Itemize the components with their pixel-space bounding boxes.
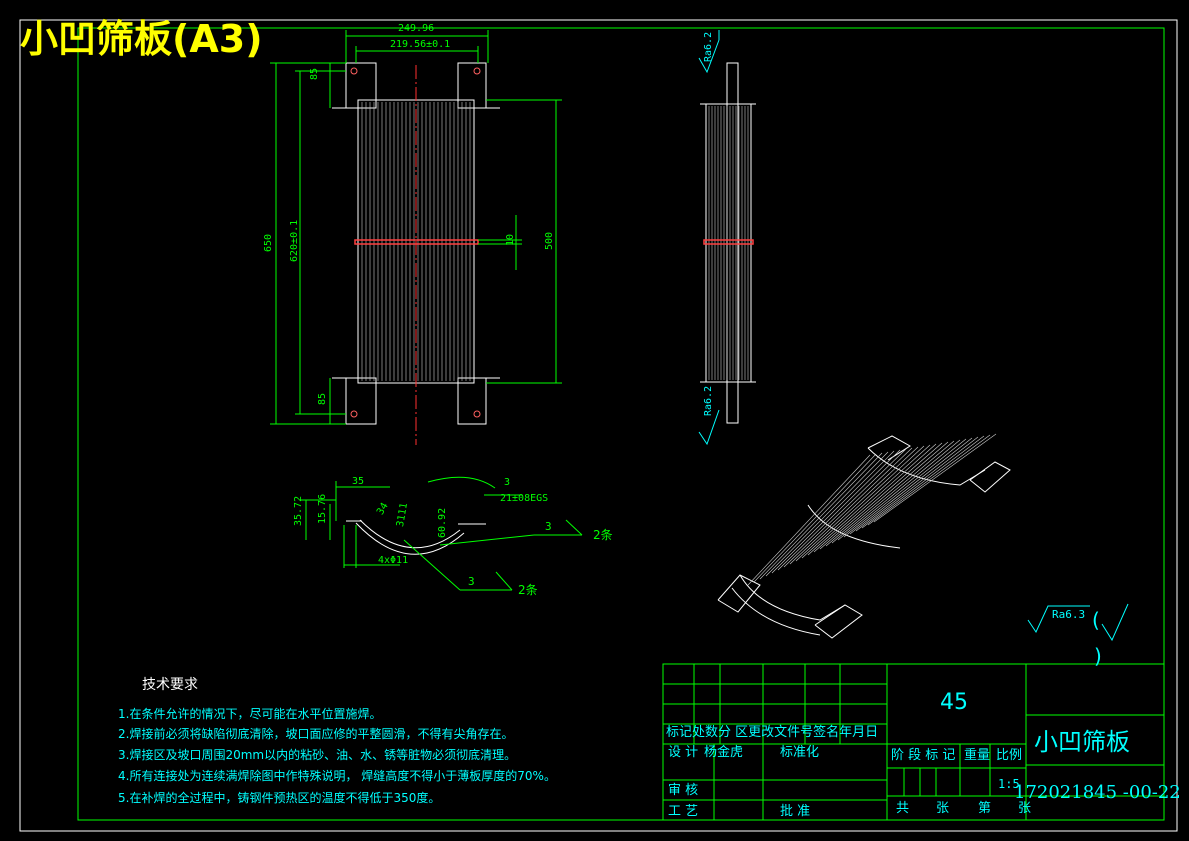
sec-dim-3572: 35.72: [293, 495, 304, 526]
tech-req-heading: 技术要求: [142, 677, 198, 693]
tb-design-label: 设 计: [668, 745, 699, 760]
tb-weight-label: 重量: [964, 748, 991, 763]
tb-page-label: 第: [978, 801, 992, 816]
dim-left-overall: 650: [263, 233, 274, 252]
slat-line: [783, 448, 907, 568]
sec-dim-3-top: 3: [504, 477, 511, 488]
finish-label: Ra6.3: [1052, 608, 1086, 621]
tb-total-label: 共: [896, 801, 910, 816]
hole-marker: [350, 67, 358, 75]
hole-marker: [350, 410, 358, 418]
tech-req-item: 2.焊接前必须将缺陷彻底清除，坡口面应修的平整圆滑，不得有尖角存在。: [118, 727, 514, 741]
slat-line: [747, 454, 871, 586]
sec-hole-label: 4xΦ11: [378, 555, 409, 566]
tb-process-label: 工 艺: [668, 804, 699, 819]
hole-marker: [473, 410, 481, 418]
tb-material: 45: [940, 690, 968, 715]
tech-req-item: 1.在条件允许的情况下，尽可能在水平位置施焊。: [118, 707, 382, 721]
dim-left-bottom-small: 85: [317, 392, 328, 405]
weld-count-a: 2条: [593, 528, 613, 542]
tech-req-item: 3.焊接区及坡口周围20mm以内的粘砂、油、水、锈等脏物必须彻底清理。: [118, 748, 517, 762]
dim-ra-side-top: Ra6.2: [703, 31, 714, 62]
inner-frame: [77, 27, 1165, 821]
tb-standardize-label: 标准化: [780, 745, 820, 760]
slat-line: [837, 439, 961, 541]
slat-line: [771, 450, 895, 574]
tb-sheets-label: 张: [936, 801, 950, 816]
slat-line: [873, 433, 997, 523]
tech-req-item: 4.所有连接处为连续满焊除图中作特殊说明， 焊缝高度不得小于薄板厚度的70%。: [118, 769, 556, 783]
sec-dim-6092: 60.92: [437, 507, 448, 538]
tb-part-name: 小凹筛板: [1034, 728, 1130, 756]
side-center-strip: [703, 239, 754, 245]
tb-drawing-no: 172021845 -00-22: [1014, 782, 1181, 803]
dim-right-overall: 500: [544, 231, 555, 250]
sec-dim-35: 35: [352, 476, 365, 487]
slat-line: [867, 434, 991, 526]
side-view: [700, 62, 756, 424]
slat-line: [843, 438, 967, 538]
tb-stage-label: 阶 段 标 记: [891, 748, 956, 763]
dim-top-overall: 249.96: [398, 23, 435, 34]
dim-left-inner: 620±0.1: [289, 219, 300, 262]
dim-center-gap: 10: [505, 233, 516, 246]
slat-line: [777, 449, 901, 571]
slat-line: [795, 446, 919, 562]
isometric-view: [717, 433, 1011, 639]
hole-marker: [473, 67, 481, 75]
tech-req-item: 5.在补焊的全过程中，铸钢件预热区的温度不得低于350度。: [118, 791, 441, 805]
dim-left-small: 85: [309, 67, 320, 80]
weld-size-b: 3: [468, 575, 475, 588]
finish-paren-close: ): [1094, 644, 1102, 668]
sec-dim-21: 21±08EGS: [500, 493, 549, 504]
dim-ra-side-bottom: Ra6.2: [703, 385, 714, 416]
dim-top-inner: 219.56±0.1: [390, 39, 451, 50]
tb-scale-label: 比例: [996, 748, 1023, 763]
tb-review-label: 审 核: [668, 783, 699, 798]
tb-scale: 1:5: [998, 777, 1020, 791]
sheet-title: 小凹筛板(A3): [20, 17, 263, 61]
weld-count-b: 2条: [518, 583, 538, 597]
tb-sheet-label: 张: [1018, 801, 1032, 816]
tb-rev-header: 标记处数分 区更改文件号签名年月日: [666, 725, 879, 740]
slat-line: [759, 452, 883, 580]
section-view: [346, 519, 486, 555]
tb-approve-label: 批 准: [780, 804, 811, 819]
slat-line: [753, 453, 877, 583]
weld-size-a: 3: [545, 520, 552, 533]
slat-line: [849, 437, 973, 535]
tb-designer: 杨金虎: [704, 745, 744, 760]
sec-dim-1576: 15.76: [317, 493, 328, 524]
finish-paren-open: (: [1092, 608, 1100, 632]
